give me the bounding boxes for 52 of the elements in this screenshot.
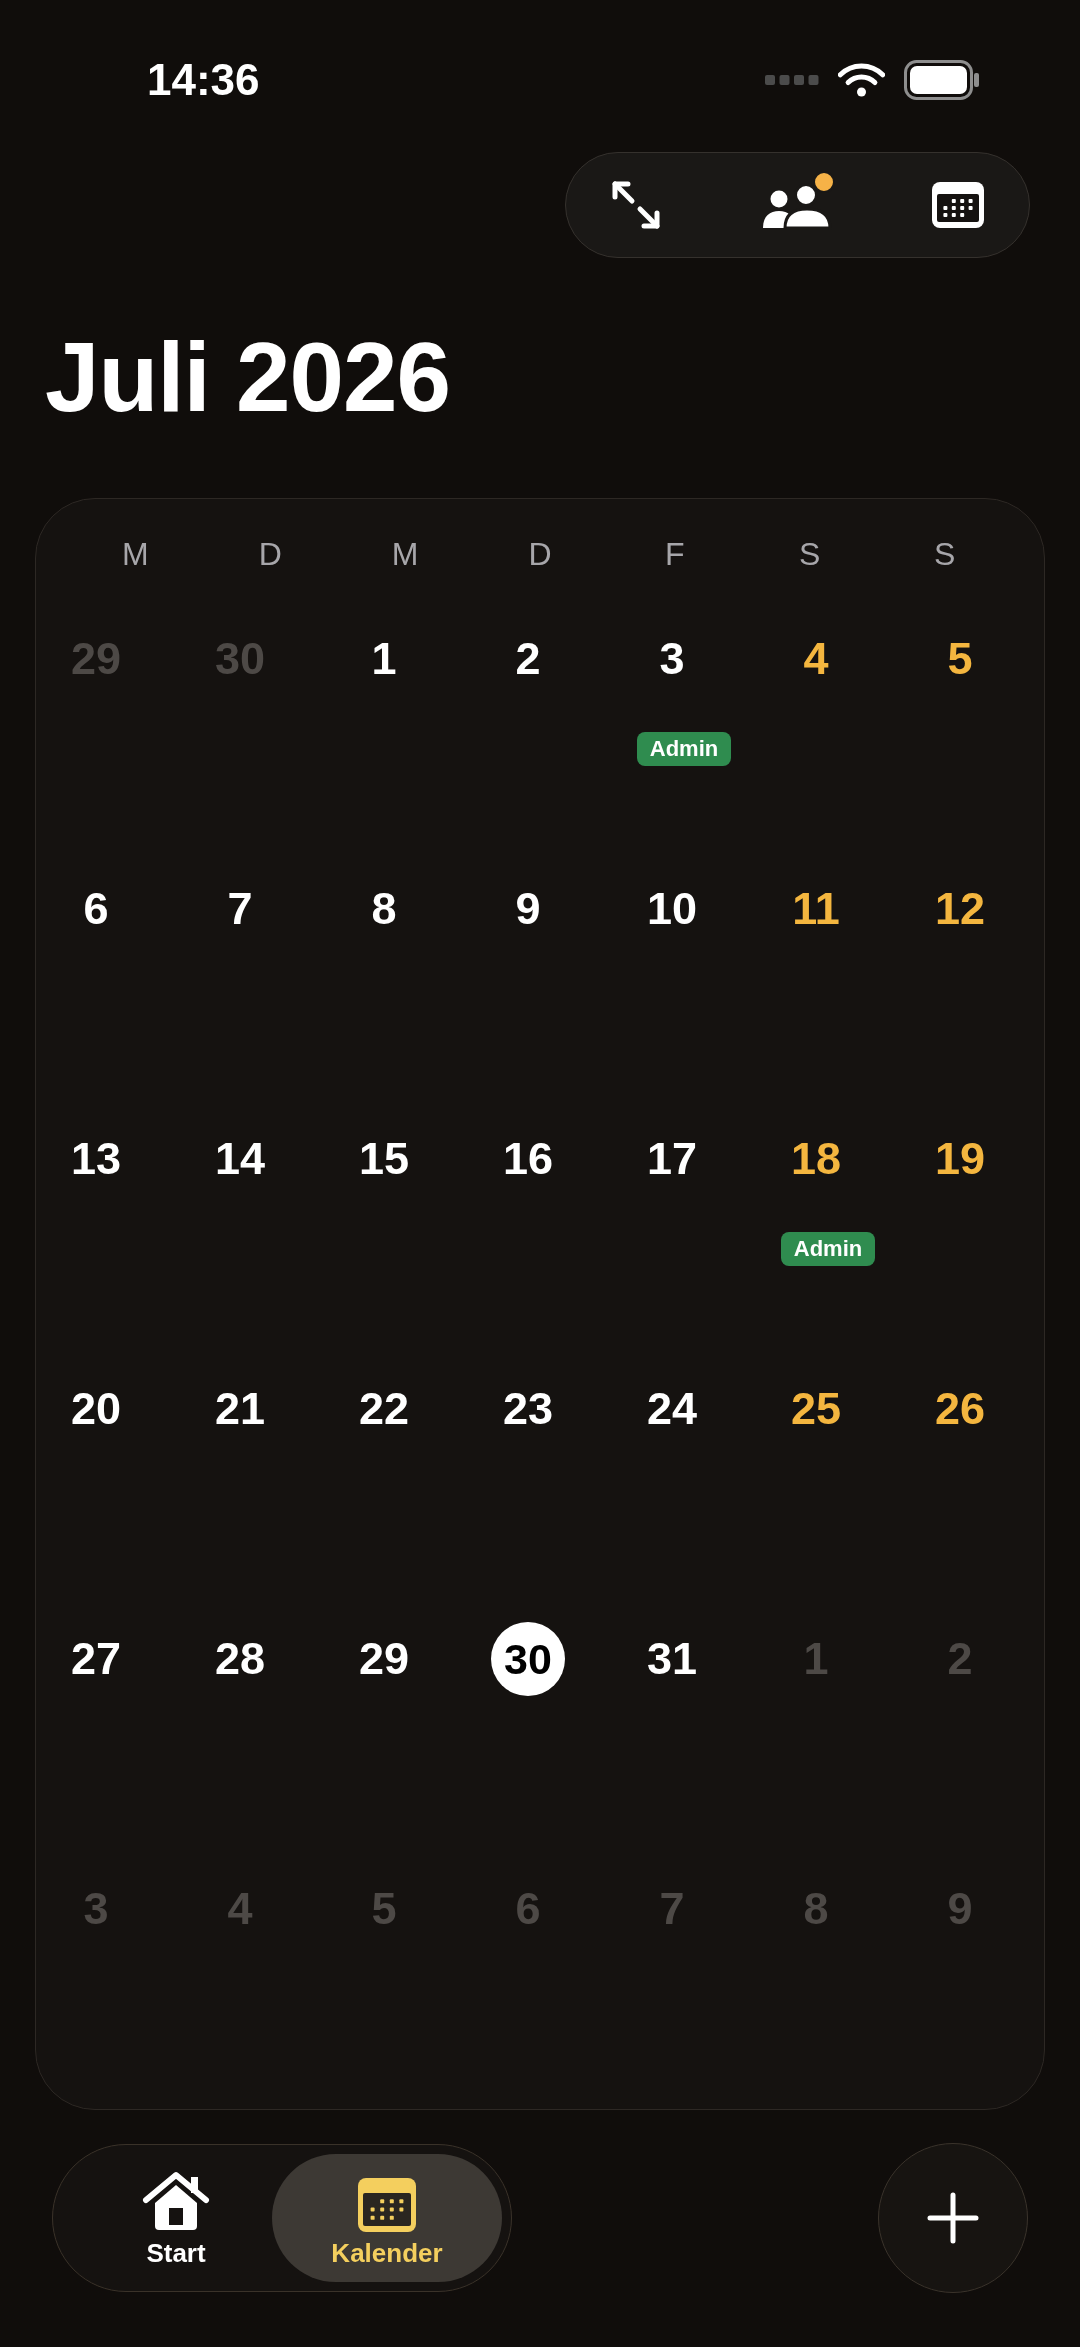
date-number[interactable]: 4 [803, 632, 829, 686]
date-number[interactable]: 14 [214, 1132, 266, 1186]
date-number[interactable]: 13 [70, 1132, 122, 1186]
calendar-icon[interactable] [932, 182, 984, 228]
weekday-label: M [391, 536, 419, 572]
date-number[interactable]: 16 [502, 1132, 554, 1186]
date-number[interactable]: 8 [371, 882, 397, 936]
date-number[interactable]: 29 [358, 1632, 410, 1686]
date-number[interactable]: 10 [646, 882, 698, 936]
date-number[interactable]: 26 [934, 1382, 986, 1436]
weekday-label: M [122, 536, 149, 572]
date-number[interactable]: 31 [646, 1632, 698, 1686]
date-number[interactable]: 2 [515, 632, 541, 686]
date-number[interactable]: 15 [358, 1132, 410, 1186]
weekday-label: D [258, 536, 282, 572]
status-time: 14:36 [147, 55, 260, 105]
date-number[interactable]: 23 [502, 1382, 554, 1436]
date-number[interactable]: 28 [214, 1632, 266, 1686]
date-number[interactable]: 1 [371, 632, 397, 686]
date-number[interactable]: 19 [934, 1132, 986, 1186]
date-number[interactable]: 9 [515, 882, 541, 936]
expand-icon[interactable] [611, 180, 661, 230]
wifi-icon [838, 62, 885, 98]
date-number[interactable]: 11 [792, 882, 840, 936]
tab[interactable]: Kalender [272, 2154, 502, 2282]
weekday-label: S [933, 536, 956, 572]
date-number[interactable]: 7 [227, 882, 253, 936]
weekday-label: S [799, 536, 821, 572]
signal-icon [765, 75, 819, 85]
date-number[interactable]: 27 [70, 1632, 122, 1686]
event-chip[interactable]: Admin [636, 732, 732, 766]
date-number[interactable]: 18 [790, 1132, 842, 1186]
month-title: Juli 2026 [45, 322, 451, 432]
date-number[interactable]: 20 [70, 1382, 122, 1436]
date-number[interactable]: 6 [83, 882, 109, 936]
weekday-label: D [528, 536, 552, 572]
tab[interactable]: Start [62, 2154, 272, 2282]
event-chip[interactable]: Admin [780, 1232, 876, 1266]
home-icon[interactable] [142, 2170, 210, 2232]
date-number[interactable]: 25 [790, 1382, 842, 1436]
date-number[interactable]: 24 [646, 1382, 698, 1436]
weekday-label: F [665, 536, 685, 572]
date-number[interactable]: 21 [214, 1382, 266, 1436]
date-number[interactable]: 22 [358, 1382, 410, 1436]
date-number[interactable]: 3 [659, 632, 685, 686]
calendar-icon[interactable] [358, 2178, 416, 2232]
battery-icon [904, 60, 980, 100]
plus-icon[interactable] [927, 2192, 979, 2244]
date-number[interactable]: 5 [947, 632, 973, 686]
date-number[interactable]: 12 [934, 882, 986, 936]
date-number[interactable]: 17 [646, 1132, 698, 1186]
today-date[interactable]: 30 [491, 1622, 565, 1696]
